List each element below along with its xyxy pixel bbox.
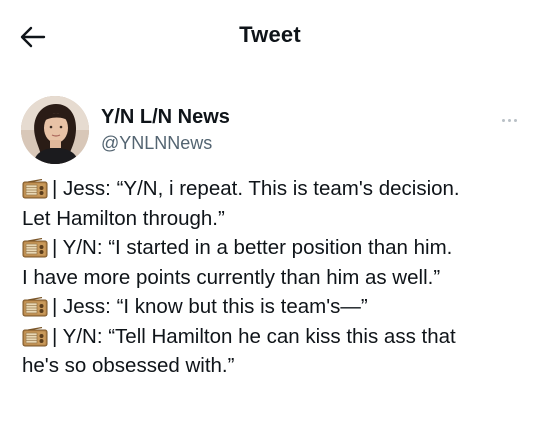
more-options-icon-dot: [507, 118, 511, 122]
radio-icon: [22, 326, 48, 346]
tweet-line: I have more points currently than him as…: [22, 263, 527, 293]
tweet-line: | Jess: “Y/N, i repeat. This is team's d…: [22, 174, 527, 204]
tweet-line: | Jess: “I know but this is team's—”: [22, 292, 527, 322]
avatar[interactable]: [21, 96, 89, 164]
tweet-line-text: | Jess: “I know but this is team's—”: [52, 295, 368, 318]
tweet-line: | Y/N: “I started in a better position t…: [22, 233, 527, 263]
tweet-line-text: | Y/N: “Tell Hamilton he can kiss this a…: [52, 324, 456, 348]
radio-icon: [22, 297, 48, 317]
more-options-button[interactable]: [496, 112, 522, 128]
page-title: Tweet: [239, 22, 301, 47]
radio-icon: [22, 238, 48, 258]
tweet-line-text: I have more points currently than him as…: [22, 265, 441, 289]
more-options-icon-dot: [513, 118, 517, 122]
tweet-line-text: Let Hamilton through.”: [22, 206, 225, 230]
more-options-icon-dot: [501, 118, 505, 122]
radio-icon: [22, 179, 48, 199]
tweet-body: | Jess: “Y/N, i repeat. This is team's d…: [22, 174, 527, 381]
author-display-name[interactable]: Y/N L/N News: [101, 106, 230, 129]
avatar-photo-image: [21, 96, 89, 164]
tweet-line-text: he's so obsessed with.”: [22, 354, 235, 377]
tweet-line-text: | Y/N: “I started in a better position t…: [52, 236, 453, 259]
top-bar: Tweet: [0, 0, 540, 74]
author-handle[interactable]: @YNLNNews: [101, 133, 212, 154]
tweet-line-text: | Jess: “Y/N, i repeat. This is team's d…: [52, 177, 460, 200]
tweet-line: Let Hamilton through.”: [22, 204, 527, 234]
tweet-line: he's so obsessed with.”: [22, 351, 527, 381]
tweet-line: | Y/N: “Tell Hamilton he can kiss this a…: [22, 322, 527, 352]
